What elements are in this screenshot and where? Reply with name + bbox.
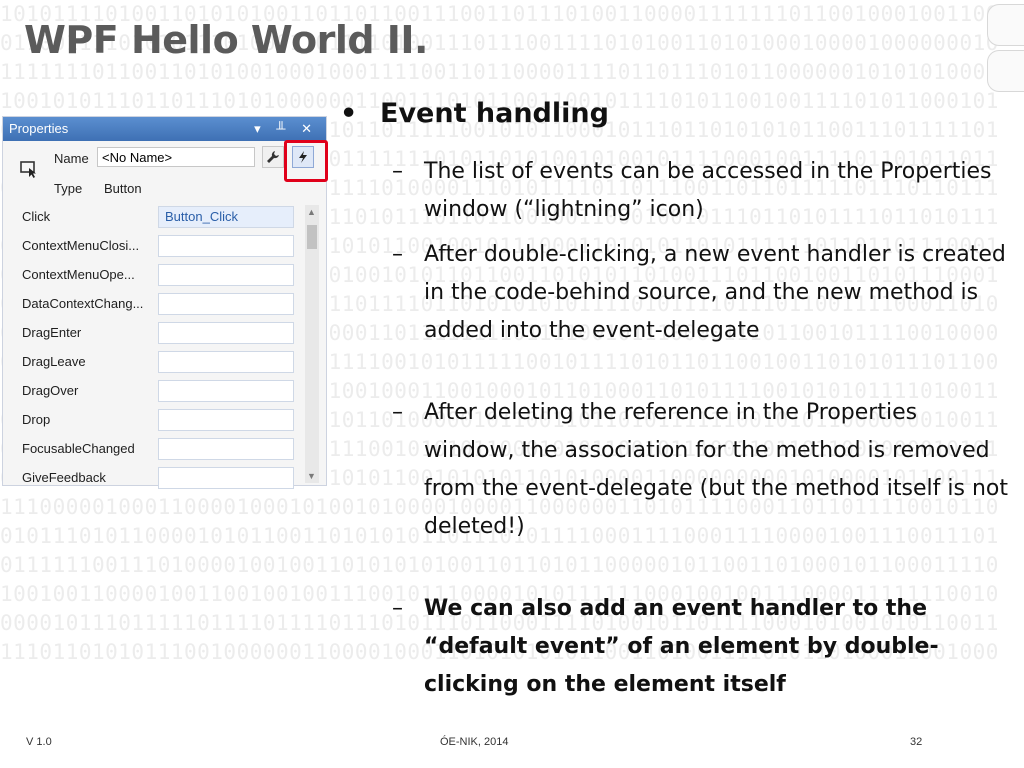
scroll-up-icon[interactable]: ▲	[307, 207, 316, 217]
bullet-dot: •	[340, 98, 358, 129]
dash-marker: –	[392, 159, 403, 184]
properties-titlebar[interactable]: Properties ▾ ╨ ✕	[3, 117, 326, 141]
name-field[interactable]: <No Name>	[97, 147, 255, 167]
dash-marker: –	[392, 242, 403, 267]
type-value: Button	[104, 181, 142, 196]
dash-marker: –	[392, 596, 403, 621]
sub-bullet-item: – The list of events can be accessed in t…	[392, 153, 1012, 229]
corner-decoration	[987, 50, 1024, 92]
type-label: Type	[54, 181, 83, 196]
event-name: Click	[22, 209, 51, 224]
heading-text: Event handling	[380, 98, 609, 129]
corner-decoration	[987, 4, 1024, 46]
page-number: 32	[910, 736, 923, 748]
sub-bullet-text: After deleting the reference in the Prop…	[424, 400, 1008, 539]
properties-wrench-icon[interactable]	[262, 146, 284, 168]
sub-bullet-item: – After deleting the reference in the Pro…	[392, 394, 1012, 546]
heading-bullet: • Event handling	[340, 98, 609, 129]
footer-center: ÓE-NIK, 2014	[440, 736, 509, 748]
binary-line: 0111111001110100001001001101010101001101…	[0, 553, 999, 577]
name-label: Name	[54, 151, 89, 166]
slide-title: WPF Hello World II.	[24, 18, 429, 62]
sub-bullet-item: – After double-clicking, a new event hand…	[392, 236, 1012, 350]
event-handler-field[interactable]: Button_Click	[158, 206, 294, 228]
event-name: GiveFeedback	[22, 470, 106, 485]
event-handler-field[interactable]	[158, 264, 294, 286]
sub-bullet-text: The list of events can be accessed in th…	[424, 159, 992, 222]
scroll-thumb[interactable]	[307, 225, 317, 249]
event-name: DragEnter	[22, 325, 82, 340]
event-name: FocusableChanged	[22, 441, 135, 456]
version-label: V 1.0	[26, 736, 52, 748]
scroll-down-icon[interactable]: ▼	[307, 471, 316, 481]
event-handler-field[interactable]	[158, 438, 294, 460]
event-name: DragOver	[22, 383, 79, 398]
event-handler-field[interactable]	[158, 409, 294, 431]
event-handler-field[interactable]	[158, 293, 294, 315]
event-handler-field[interactable]	[158, 380, 294, 402]
dash-marker: –	[392, 400, 403, 425]
titlebar-pin-close-icons[interactable]: ▾ ╨ ✕	[254, 117, 318, 141]
properties-title: Properties	[9, 121, 69, 136]
event-handler-field[interactable]	[158, 351, 294, 373]
event-name: DragLeave	[22, 354, 86, 369]
event-handler-field[interactable]	[158, 322, 294, 344]
event-name: ContextMenuOpe...	[22, 267, 135, 282]
event-handler-field[interactable]	[158, 467, 294, 489]
sub-bullet-text: After double-clicking, a new event handl…	[424, 242, 1006, 343]
event-handler-field[interactable]	[158, 235, 294, 257]
sub-bullet-text: We can also add an event handler to the …	[424, 596, 939, 697]
lightning-icon-highlight	[284, 140, 328, 182]
event-list-scrollbar[interactable]: ▲ ▼	[305, 205, 319, 483]
event-name: Drop	[22, 412, 51, 427]
event-name: DataContextChang...	[22, 296, 144, 311]
sub-bullet-item: – We can also add an event handler to the…	[392, 590, 1012, 704]
element-preview-icon	[18, 158, 40, 180]
binary-line: 1111111011001101010010001000111100110110…	[0, 60, 999, 84]
event-name: ContextMenuClosi...	[22, 238, 140, 253]
